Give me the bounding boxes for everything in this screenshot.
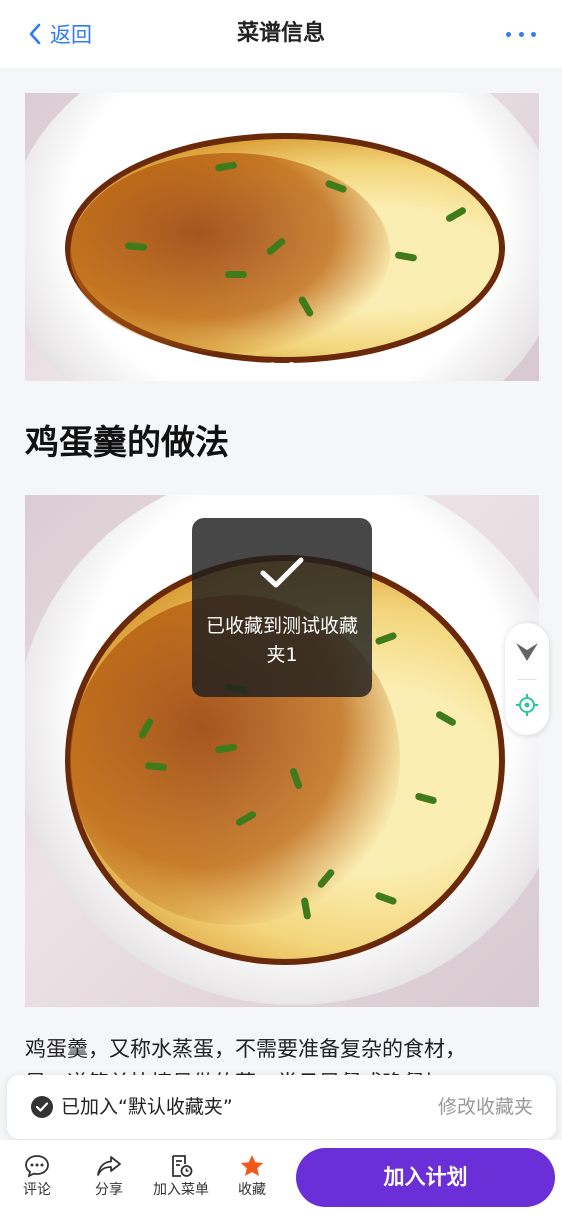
more-dots-icon[interactable] (506, 24, 536, 44)
floating-side-controls (505, 623, 549, 735)
carousel-indicator (25, 362, 539, 371)
menu-add-icon (172, 1155, 193, 1177)
tab-share-label: 分享 (95, 1182, 123, 1198)
added-to-collection-text: 已加入“默认收藏夹” (61, 1096, 233, 1118)
comment-icon (25, 1155, 49, 1178)
check-circle-icon (31, 1096, 53, 1118)
modify-collection-button[interactable]: 修改收藏夹 (438, 1093, 533, 1121)
page-title: 菜谱信息 (236, 21, 325, 46)
bottom-action-bar: 评论 分享 加入菜单 收藏 加入计划 (0, 1140, 562, 1215)
tab-comment[interactable]: 评论 (1, 1154, 73, 1200)
recipe-title: 鸡蛋羹的做法 (25, 423, 229, 463)
toast-message: 已收藏到测试收藏夹1 (205, 615, 358, 666)
carousel-dot-active (287, 362, 296, 371)
tab-add-menu-label: 加入菜单 (153, 1182, 209, 1198)
tab-share[interactable]: 分享 (73, 1154, 145, 1200)
share-icon (97, 1156, 121, 1176)
scroll-to-top-icon[interactable] (514, 641, 540, 663)
tab-favorite[interactable]: 收藏 (216, 1154, 288, 1200)
tab-add-menu[interactable]: 加入菜单 (145, 1154, 217, 1200)
check-icon (260, 557, 304, 588)
tab-favorite-label: 收藏 (238, 1182, 266, 1198)
recipe-page: 返回 菜谱信息 鸡蛋羹的做法 鸡蛋羹，又称水蒸蛋，不需要准备复杂的食材， 已收藏… (0, 0, 562, 1215)
collect-success-toast: 已收藏到测试收藏夹1 (192, 518, 372, 697)
add-to-plan-button[interactable]: 加入计划 (296, 1148, 555, 1207)
collection-banner: 已加入“默认收藏夹” 修改收藏夹 (7, 1075, 556, 1139)
top-nav-bar: 返回 菜谱信息 (0, 0, 562, 68)
star-icon (240, 1155, 264, 1176)
locate-icon[interactable] (515, 693, 539, 717)
tab-comment-label: 评论 (23, 1182, 51, 1198)
carousel-dot (268, 362, 277, 371)
recipe-carousel-image[interactable] (25, 93, 539, 381)
